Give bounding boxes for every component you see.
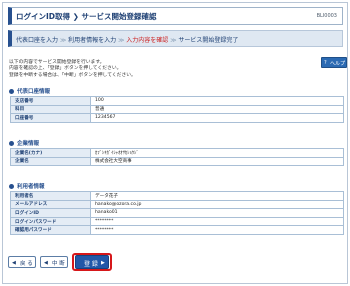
register-arrow-icon: ▶ bbox=[101, 259, 105, 266]
section-title-text: 代表口座情報 bbox=[17, 89, 51, 95]
field-value: データ花子 bbox=[90, 191, 344, 201]
section-bullet-icon bbox=[9, 183, 14, 189]
step-4: サービス開始登録完了 bbox=[178, 37, 239, 44]
section-title-company: 企業情報 bbox=[9, 139, 39, 147]
back-arrow-icon: ◀ bbox=[12, 259, 16, 266]
field-label: 確認用パスワード bbox=[10, 225, 91, 235]
step-indicator: 代表口座を入力 ≫ 利用者情報を入力 ≫ 入力内容を確認 ≫ サービス開始登録完… bbox=[8, 30, 343, 47]
step-3-current: 入力内容を確認 bbox=[126, 37, 169, 44]
field-label: ログインパスワード bbox=[10, 216, 91, 227]
page-frame: ログインID取得 ❯ サービス開始登録確認 BLI0003 代表口座を入力 ≫ … bbox=[2, 2, 348, 284]
table-row: 利用者名 データ花子 bbox=[10, 191, 344, 201]
step-separator: ≫ bbox=[59, 37, 67, 44]
section-title-account: 代表口座情報 bbox=[9, 87, 50, 95]
help-button[interactable]: ? ヘルプ bbox=[321, 57, 347, 68]
page-title: ログインID取得 ❯ サービス開始登録確認 bbox=[16, 12, 157, 21]
field-value: 株式会社大空商事 bbox=[90, 156, 344, 167]
step-separator: ≫ bbox=[170, 37, 177, 44]
section-bullet-icon bbox=[9, 140, 14, 146]
table-row: 企業名 株式会社大空商事 bbox=[10, 156, 344, 167]
table-row: ログインID hanako01 bbox=[10, 208, 344, 218]
field-label: 口座番号 bbox=[10, 113, 91, 123]
field-value: hanako@ozora.co.jp bbox=[90, 199, 344, 210]
cancel-arrow-icon: ◀ bbox=[44, 259, 48, 266]
intro-text: 以下の内容でサービス開始登録を行います。 内容を確認の上、「登録」ボタンを押して… bbox=[9, 60, 136, 79]
field-value: 普通 bbox=[90, 104, 344, 115]
field-label: 支店番号 bbox=[10, 96, 91, 106]
field-value: ｶﾌﾞｼｷｶﾞｲｼｬｵｵｻｶｼｮｳｼﾞ bbox=[90, 148, 344, 158]
table-row: メールアドレス hanako@ozora.co.jp bbox=[10, 199, 344, 210]
section-bullet-icon bbox=[9, 88, 14, 94]
account-info-table: 支店番号 100 科目 普通 口座番号 1234567 bbox=[10, 96, 344, 123]
action-bar: ◀ 戻 る ◀ 中 断 登 録 ▶ bbox=[3, 253, 349, 281]
field-value: 1234567 bbox=[90, 113, 344, 123]
field-label: 利用者名 bbox=[10, 191, 91, 201]
section-title-text: 企業情報 bbox=[17, 141, 40, 147]
register-button-label: 登 録 bbox=[84, 261, 98, 268]
register-button[interactable]: 登 録 ▶ bbox=[75, 255, 109, 269]
field-label: 科目 bbox=[10, 104, 91, 115]
step-1: 代表口座を入力 bbox=[16, 37, 59, 44]
table-row: ログインパスワード ******** bbox=[10, 216, 344, 227]
intro-line: 登録を中断する場合は、「中断」ボタンを押してください。 bbox=[9, 72, 136, 78]
field-label: ログインID bbox=[10, 208, 91, 218]
table-row: 支店番号 100 bbox=[10, 96, 344, 106]
help-icon: ? bbox=[324, 59, 327, 66]
table-row: 口座番号 1234567 bbox=[10, 113, 344, 123]
step-separator: ≫ bbox=[118, 37, 125, 44]
page-title-bar: ログインID取得 ❯ サービス開始登録確認 BLI0003 bbox=[8, 7, 343, 25]
screen-code: BLI0003 bbox=[316, 13, 337, 19]
table-row: 企業名(カナ) ｶﾌﾞｼｷｶﾞｲｼｬｵｵｻｶｼｮｳｼﾞ bbox=[10, 148, 344, 158]
intro-line: 内容を確認の上、「登録」ボタンを押してください。 bbox=[9, 66, 122, 72]
table-row: 確認用パスワード ******** bbox=[10, 225, 344, 235]
user-info-table: 利用者名 データ花子 メールアドレス hanako@ozora.co.jp ログ… bbox=[10, 191, 344, 235]
cancel-button[interactable]: ◀ 中 断 bbox=[40, 256, 68, 268]
field-value: 100 bbox=[90, 96, 344, 106]
field-value: hanako01 bbox=[90, 208, 344, 218]
table-row: 科目 普通 bbox=[10, 104, 344, 115]
field-label: 企業名(カナ) bbox=[10, 148, 91, 158]
back-button[interactable]: ◀ 戻 る bbox=[8, 256, 36, 268]
section-title-text: 利用者情報 bbox=[17, 184, 45, 190]
field-value: ******** bbox=[90, 216, 344, 227]
field-label: 企業名 bbox=[10, 156, 91, 167]
step-2: 利用者情報を入力 bbox=[68, 37, 117, 44]
help-label: ヘルプ bbox=[330, 61, 346, 67]
back-button-label: 戻 る bbox=[20, 261, 33, 267]
cancel-button-label: 中 断 bbox=[52, 261, 65, 267]
company-info-table: 企業名(カナ) ｶﾌﾞｼｷｶﾞｲｼｬｵｵｻｶｼｮｳｼﾞ 企業名 株式会社大空商事 bbox=[10, 148, 344, 167]
section-title-user: 利用者情報 bbox=[9, 182, 45, 190]
field-label: メールアドレス bbox=[10, 199, 91, 210]
field-value: ******** bbox=[90, 225, 344, 235]
